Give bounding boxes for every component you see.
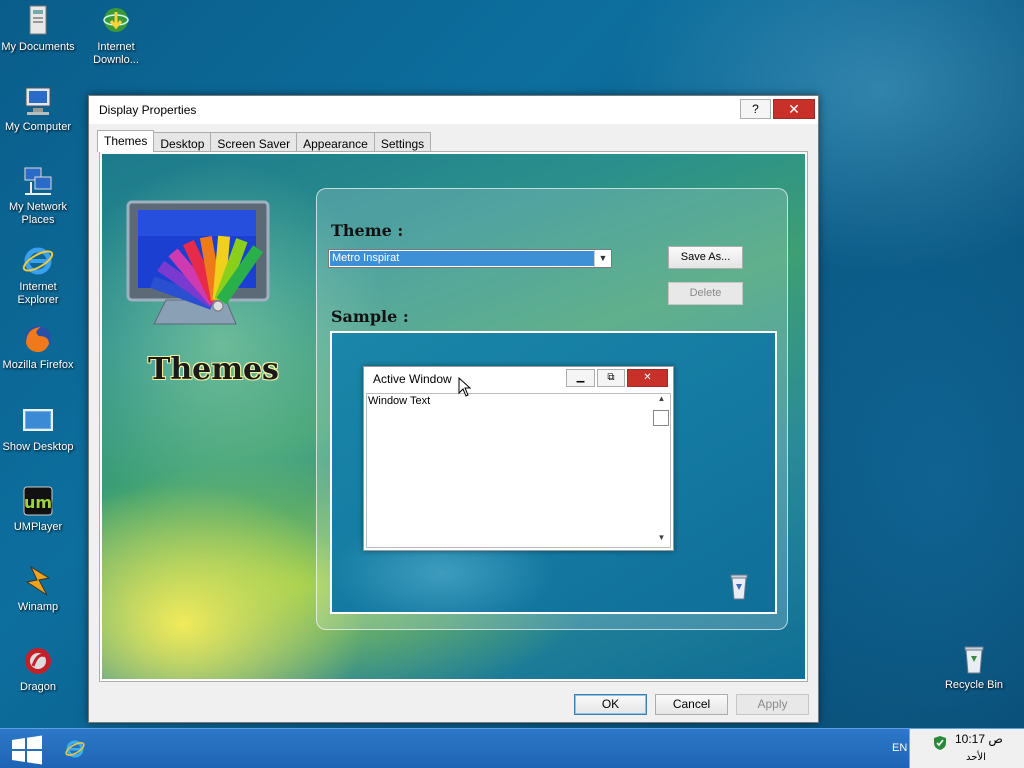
close-icon: ✕ [627,369,668,387]
scroll-thumb [653,410,669,426]
system-tray: 10:17 ص الأحد [909,729,1024,768]
themes-logo-text: Themes [148,352,279,387]
scroll-up-icon: ▲ [657,394,666,403]
desktop-icon-label: Winamp [17,601,59,613]
recycle-bin-icon [730,574,748,600]
desktop-icon-label: Internet Explorer [17,281,59,306]
desktop-icon-internet-explorer[interactable]: Internet Explorer [0,244,76,307]
tab-screen-saver[interactable]: Screen Saver [210,132,298,152]
tab-settings[interactable]: Settings [373,132,432,152]
desktop-icon-recycle-bin[interactable]: Recycle Bin [936,642,1012,692]
dragon-icon [25,648,51,674]
close-button[interactable]: ✕ [773,99,815,119]
sample-label: Sample : [331,307,409,326]
theme-label: Theme : [331,221,404,240]
clock-day[interactable]: الأحد [966,752,986,763]
umplayer-icon: um [23,486,53,516]
dialog-title: Display Properties [99,103,197,117]
recycle-bin-icon [964,646,984,674]
desktop-icon-label: Recycle Bin [944,679,1004,691]
desktop-icon-show-desktop[interactable]: Show Desktop [0,404,76,454]
desktop-icon-internet-download[interactable]: Internet Downlo... [78,4,154,67]
computer-icon [25,87,51,115]
network-icon [24,167,52,195]
ie-icon[interactable] [64,738,86,760]
desktop-icon-label: Mozilla Firefox [2,359,74,371]
sample-active-window: Active Window ▁ ⧉ ✕ Window Text ▲ ▼ [363,366,674,551]
tab-themes[interactable]: Themes [97,130,155,152]
taskbar: EN 10:17 ص الأحد [0,728,1024,768]
show-desktop-icon [23,409,53,431]
save-as-button[interactable]: Save As... [668,246,743,269]
documents-icon [29,5,47,35]
desktop-icon-network-places[interactable]: My Network Places [0,164,76,227]
sample-window-titlebar: Active Window ▁ ⧉ ✕ [364,367,673,391]
ok-button[interactable]: OK [574,694,647,715]
monitor-palette-icon [126,200,270,325]
apply-button[interactable]: Apply [736,694,809,715]
desktop-icon-dragon[interactable]: Dragon [0,644,76,694]
download-manager-icon [103,8,129,32]
desktop-icon-label: My Network Places [8,201,68,226]
svg-text:um: um [24,493,52,512]
scroll-down-icon: ▼ [657,533,666,542]
delete-button[interactable]: Delete [668,282,743,305]
tab-desktop[interactable]: Desktop [153,132,212,152]
theme-select-value: Metro Inspirat [330,251,594,266]
minimize-icon: ▁ [566,369,595,387]
desktop-icon-label: UMPlayer [13,521,63,533]
sample-window-body: Window Text ▲ ▼ [366,393,671,548]
restore-icon: ⧉ [597,369,625,387]
desktop-icon-label: My Computer [4,121,72,133]
display-properties-dialog: Display Properties ? ✕ Themes Desktop Sc… [88,95,819,723]
sample-scrollbar: ▲ ▼ [653,394,670,547]
language-indicator[interactable]: EN [892,742,907,754]
desktop-icon-firefox[interactable]: Mozilla Firefox [0,322,76,372]
sample-window-text: Window Text [368,395,431,407]
desktop-icon-label: Dragon [19,681,57,693]
tab-strip: Themes Desktop Screen Saver Appearance S… [97,130,432,152]
sample-window-title: Active Window [373,372,452,386]
firefox-icon [25,326,51,353]
theme-select[interactable]: Metro Inspirat ▼ [328,249,612,268]
windows-start-icon[interactable] [10,735,44,765]
desktop-icon-winamp[interactable]: Winamp [0,564,76,614]
ie-icon [22,247,54,275]
clock-time[interactable]: 10:17 ص [955,732,1003,746]
theme-sample-preview: Active Window ▁ ⧉ ✕ Window Text ▲ ▼ [330,331,777,614]
desktop-icon-umplayer[interactable]: um UMPlayer [0,484,76,534]
desktop-icon-label: My Documents [1,41,75,53]
winamp-icon [25,565,51,596]
help-button[interactable]: ? [740,99,771,119]
desktop-icon-label: Show Desktop [2,441,74,453]
desktop-icon-my-documents[interactable]: My Documents [0,4,76,54]
mouse-cursor-icon [458,377,472,397]
themes-panel-background: Themes Theme : Metro Inspirat ▼ Save As.… [102,154,805,679]
dialog-titlebar[interactable]: Display Properties ? ✕ [89,96,818,124]
themes-panel: Themes Theme : Metro Inspirat ▼ Save As.… [99,151,808,682]
desktop-icon-label: Internet Downlo... [93,41,139,66]
theme-settings-group: Theme : Metro Inspirat ▼ Save As... Dele… [316,188,788,630]
security-shield-icon[interactable] [932,735,948,751]
cancel-button[interactable]: Cancel [655,694,728,715]
tab-appearance[interactable]: Appearance [296,132,375,152]
chevron-down-icon[interactable]: ▼ [594,250,611,267]
desktop-icon-my-computer[interactable]: My Computer [0,84,76,134]
